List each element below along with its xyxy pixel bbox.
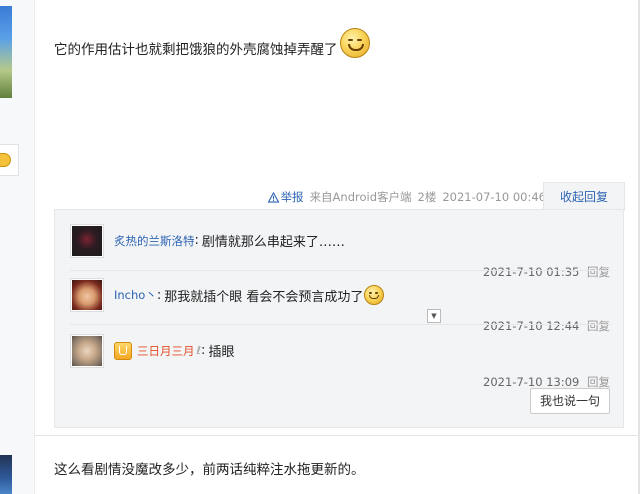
post-floor: 2楼	[417, 190, 437, 204]
reply-text: 剧情就那么串起来了……	[201, 235, 345, 250]
smile-emoji-icon	[364, 285, 385, 305]
reply-timestamp: 2021-7-10 01:35	[483, 265, 580, 279]
reply-username[interactable]: 三日月三月	[137, 343, 195, 359]
reply-username[interactable]: Incho丶	[114, 287, 157, 303]
reply-username[interactable]: 炙热的兰斯洛特	[114, 233, 195, 249]
reply-line: Incho丶 : 那我就插个眼 看会不会预言成功了	[114, 285, 385, 305]
reply-link[interactable]: 回复	[587, 319, 610, 333]
reply-time: 2021-7-10 12:44 回复	[483, 318, 610, 334]
reply-link[interactable]: 回复	[587, 265, 610, 279]
smile-emoji-icon	[339, 28, 370, 58]
level-badge	[0, 144, 19, 176]
reply-line: 炙热的兰斯洛特 : 剧情就那么串起来了……	[114, 231, 345, 250]
warning-icon	[267, 191, 279, 203]
next-post-content: 这么看剧情没魔改多少，前两话纯粹注水拖更新的。	[54, 462, 365, 478]
report-link[interactable]: 举报	[267, 189, 304, 205]
reply-divider	[70, 270, 610, 271]
post-content: 它的作用估计也就剩把饿狼的外壳腐蚀掉弄醒了	[54, 28, 370, 58]
reply-timestamp: 2021-7-10 12:44	[483, 319, 580, 333]
reply-sep: :	[194, 233, 199, 248]
reply-link[interactable]: 回复	[587, 375, 610, 389]
collapse-replies-button[interactable]: 收起回复	[543, 182, 625, 211]
post-divider	[34, 435, 640, 436]
reply-timestamp: 2021-7-10 13:09	[483, 375, 580, 389]
reply-avatar[interactable]	[70, 224, 104, 258]
reply-line: 三日月三月 ℓ : 插眼	[114, 341, 234, 360]
next-author-avatar[interactable]	[0, 455, 12, 494]
reply-sep: :	[156, 287, 162, 303]
add-reply-button[interactable]: 我也说一句	[529, 388, 610, 414]
report-label[interactable]: 举报	[281, 189, 304, 205]
author-column	[0, 0, 35, 494]
reply-text: 那我就插个眼 看会不会预言成功了	[164, 289, 364, 305]
post-datetime: 2021-07-10 00:46	[442, 190, 546, 204]
post-meta: 举报 来自Android客户端 2楼 2021-07-10 00:46	[267, 189, 546, 205]
vip-crown-icon	[114, 341, 132, 360]
reply-sep: :	[201, 343, 206, 358]
reply-divider	[70, 324, 610, 325]
post-source: 来自Android客户端	[309, 190, 412, 204]
reply-avatar[interactable]	[70, 334, 104, 368]
reply-avatar[interactable]	[70, 278, 104, 312]
badge-icon	[0, 153, 11, 167]
reply-time: 2021-7-10 01:35 回复	[483, 264, 610, 280]
author-avatar[interactable]	[0, 6, 12, 98]
chevron-down-icon[interactable]: ▼	[427, 309, 441, 323]
reply-text: 插眼	[208, 345, 235, 360]
reply-list: 炙热的兰斯洛特 : 剧情就那么串起来了…… 2021-7-10 01:35 回复…	[54, 209, 624, 428]
post-text: 它的作用估计也就剩把饿狼的外壳腐蚀掉弄醒了	[54, 42, 338, 58]
